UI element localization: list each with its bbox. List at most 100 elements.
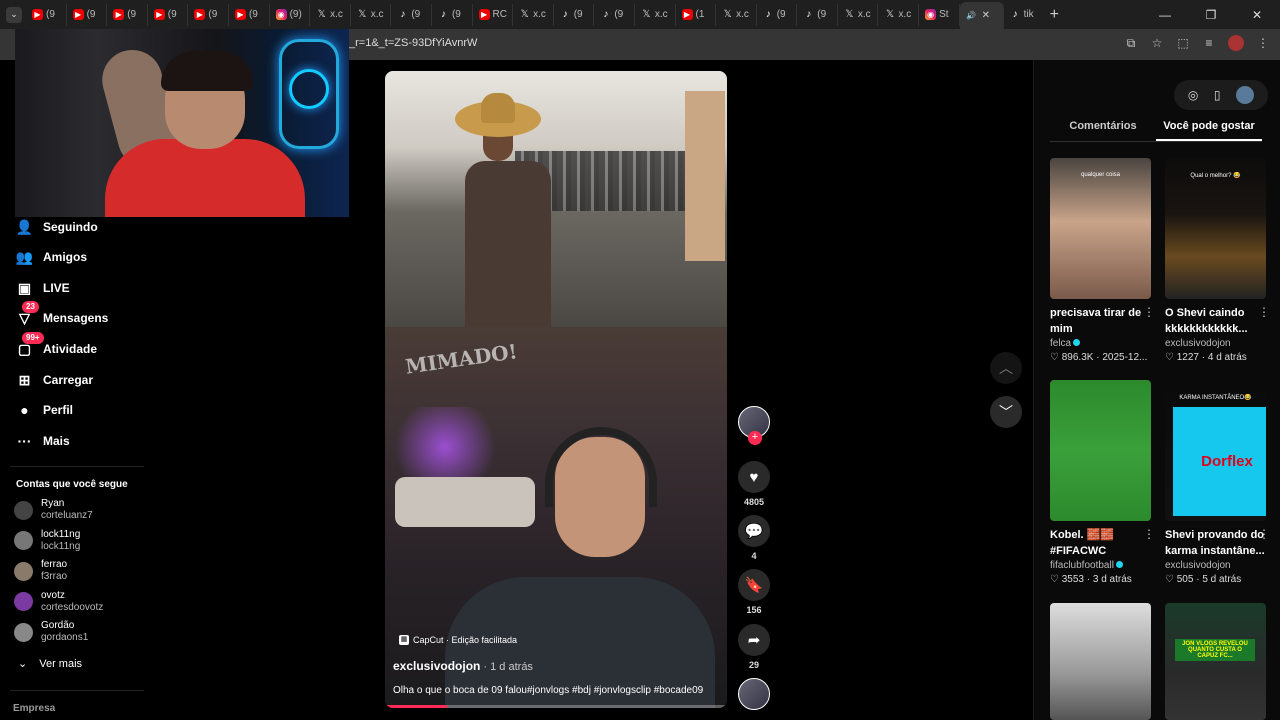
- browser-tab[interactable]: ♪ (9: [594, 3, 635, 26]
- sidebar-item-perfil[interactable]: ● Perfil: [16, 400, 73, 420]
- more-options-icon[interactable]: ⋮: [1258, 527, 1270, 541]
- followed-account[interactable]: lock11ng lock11ng: [14, 526, 80, 556]
- bookmark-star-icon[interactable]: ☆: [1150, 36, 1164, 50]
- recommended-card[interactable]: [1050, 603, 1151, 720]
- video-time: · 1 d atrás: [480, 661, 533, 673]
- youtube-icon: ▶: [681, 9, 693, 20]
- browser-tab[interactable]: 𝕏x.c: [878, 3, 920, 26]
- followed-account[interactable]: ferrao f3rrao: [14, 556, 67, 586]
- minimize-icon[interactable]: —: [1142, 0, 1188, 29]
- sidebar-item-carregar[interactable]: ⊞ Carregar: [16, 370, 93, 390]
- sidebar-item-mais[interactable]: ··· Mais: [16, 431, 70, 451]
- followed-account[interactable]: Ryan corteluanz7: [14, 495, 93, 525]
- browser-tab[interactable]: 𝕏x.c: [513, 3, 554, 26]
- previous-video-button[interactable]: ︿: [990, 352, 1022, 384]
- browser-tab[interactable]: ◉ St: [919, 3, 960, 26]
- menu-kebab-icon[interactable]: ⋮: [1256, 36, 1270, 50]
- sound-avatar[interactable]: [738, 678, 770, 710]
- sidebar-item-mensagens[interactable]: ▽ 23 Mensagens: [16, 300, 108, 328]
- video-player[interactable]: MIMADO! ▦ CapCut · Edição facilitada exc…: [385, 71, 727, 708]
- browser-tab[interactable]: ▶ (1: [676, 3, 717, 26]
- account-text: lock11ng lock11ng: [41, 529, 80, 553]
- close-window-icon[interactable]: ✕: [1234, 0, 1280, 29]
- browser-tab[interactable]: 𝕏x.c: [351, 3, 392, 26]
- see-more-button[interactable]: ⌄ Ver mais: [18, 657, 82, 671]
- browser-tab[interactable]: ♪ (9: [757, 3, 798, 26]
- browser-tab[interactable]: ▶ (9: [188, 3, 229, 26]
- company-link[interactable]: Empresa: [13, 703, 55, 714]
- comment-icon[interactable]: 💬: [738, 515, 770, 547]
- browser-tab[interactable]: ▶ RC: [473, 3, 514, 26]
- like-heart-icon[interactable]: ♥: [738, 461, 770, 493]
- tab-tiktok[interactable]: ♪ tik: [1004, 4, 1042, 26]
- capcut-tag[interactable]: ▦ CapCut · Edição facilitada: [399, 635, 517, 645]
- browser-tab[interactable]: 𝕏x.c: [838, 3, 879, 26]
- browser-tab[interactable]: 𝕏x.c: [716, 3, 757, 26]
- media-controls-icon[interactable]: ≡: [1202, 36, 1216, 50]
- phone-icon[interactable]: ▯: [1214, 88, 1221, 102]
- followed-account[interactable]: Gordão gordaons1: [14, 617, 88, 647]
- browser-tab[interactable]: ▶ (9: [26, 3, 67, 26]
- dorflex-ad-overlay[interactable]: Dorflex: [1173, 407, 1266, 516]
- compass-icon[interactable]: ◎: [1188, 88, 1198, 102]
- profile-avatar[interactable]: [1228, 35, 1244, 51]
- close-tab-icon[interactable]: ✕: [982, 10, 990, 21]
- tab-search-button[interactable]: ⌄: [6, 6, 22, 23]
- followed-account[interactable]: ovotz cortesdoovotz: [14, 587, 103, 617]
- card-author[interactable]: felca: [1050, 338, 1151, 349]
- video-progress-bar[interactable]: [385, 705, 727, 708]
- more-options-icon[interactable]: ⋮: [1258, 305, 1270, 319]
- browser-tab[interactable]: 𝕏x.c: [635, 3, 676, 26]
- card-author[interactable]: exclusivodojon: [1165, 560, 1266, 571]
- tiktok-icon: ♪: [400, 9, 406, 20]
- browser-tab[interactable]: ♪ (9: [391, 3, 432, 26]
- browser-tab[interactable]: ◉ (9): [270, 3, 311, 26]
- sidebar-item-atividade[interactable]: ▢ 99+ Atividade: [16, 331, 97, 359]
- share-count: 29: [748, 660, 759, 670]
- sidebar-item-amigos[interactable]: 👥 Amigos: [16, 247, 87, 267]
- tab-label: (9: [817, 9, 827, 20]
- recommended-card[interactable]: qualquer coisa precisava tirar de mim felc…: [1050, 158, 1155, 363]
- activity-icon: ▢ 99+: [16, 331, 44, 358]
- browser-tab[interactable]: ♪ (9: [554, 3, 595, 26]
- follow-plus-icon[interactable]: +: [748, 431, 762, 445]
- recommended-card[interactable]: Qual o melhor? 😂 O Shevi caindo kkkkkkkkk…: [1165, 158, 1270, 363]
- more-options-icon[interactable]: ⋮: [1143, 305, 1155, 319]
- like-count: 4805: [743, 497, 765, 507]
- card-stats: ♡ 896.3K · 2025-12...: [1050, 352, 1148, 363]
- address-bar-url[interactable]: _r=1&_t=ZS-93DfYiAvnrW: [349, 37, 477, 49]
- share-icon[interactable]: ➦: [738, 624, 770, 656]
- tab-you-may-like[interactable]: Você pode gostar: [1156, 120, 1262, 141]
- sidebar-item-seguindo[interactable]: 👤 Seguindo: [16, 217, 98, 237]
- browser-tab[interactable]: 𝕏x.c: [310, 3, 351, 26]
- card-title: Kobel. 🧱🧱 #FIFACWC: [1050, 529, 1115, 557]
- recommended-card[interactable]: JON VLOGS REVELOU QUANTO CUSTA O CAPUZ F…: [1165, 603, 1266, 720]
- card-author[interactable]: exclusivodojon: [1165, 338, 1266, 349]
- recommended-card[interactable]: KARMA INSTANTÂNEO😂 Dorflex Shevi provando …: [1165, 380, 1270, 585]
- browser-tab[interactable]: ♪ (9: [432, 3, 473, 26]
- browser-tab[interactable]: ▶ (9: [148, 3, 189, 26]
- x-icon: 𝕏: [317, 9, 326, 20]
- creator-avatar[interactable]: +: [738, 406, 770, 445]
- more-options-icon[interactable]: ⋮: [1143, 527, 1155, 541]
- browser-tab[interactable]: ▶ (9: [229, 3, 270, 26]
- video-author[interactable]: exclusivodojon · 1 d atrás: [393, 659, 533, 673]
- browser-tab[interactable]: ♪ (9: [797, 3, 838, 26]
- card-author[interactable]: fifaclubfootball: [1050, 560, 1151, 571]
- notification-badge: 99+: [22, 331, 44, 344]
- recommended-card[interactable]: Kobel. 🧱🧱 #FIFACWC fifaclubfootball ♡ 3553…: [1050, 380, 1155, 585]
- sidebar-item-live[interactable]: ▣ LIVE: [16, 278, 70, 298]
- tab-label: (9: [248, 9, 258, 20]
- tab-comments[interactable]: Comentários: [1050, 120, 1156, 141]
- browser-tab[interactable]: ▶ (9: [107, 3, 148, 26]
- active-tab[interactable]: 🔊 ✕: [959, 2, 1004, 29]
- new-tab-button[interactable]: +: [1050, 6, 1059, 24]
- install-app-icon[interactable]: ⧉: [1124, 36, 1138, 50]
- user-avatar[interactable]: [1236, 86, 1255, 104]
- extensions-icon[interactable]: ⬚: [1176, 36, 1190, 50]
- bookmark-icon[interactable]: 🔖: [738, 569, 770, 601]
- restore-icon[interactable]: ❐: [1188, 0, 1234, 29]
- next-video-button[interactable]: ﹀: [990, 396, 1022, 428]
- tab-label: (9: [167, 9, 177, 20]
- browser-tab[interactable]: ▶ (9: [67, 3, 108, 26]
